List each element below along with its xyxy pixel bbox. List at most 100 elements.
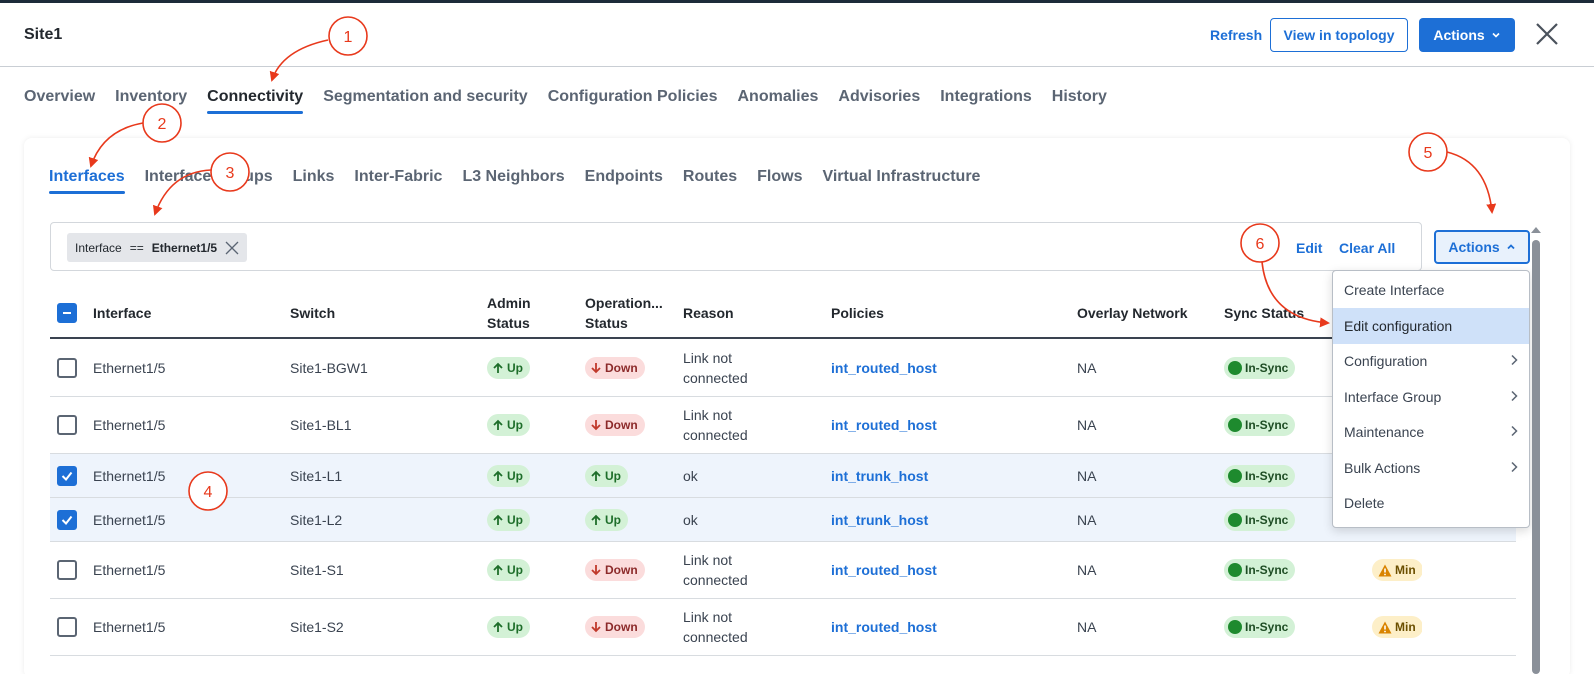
tab-overview[interactable]: Overview <box>24 88 95 114</box>
row-checkbox[interactable] <box>57 465 77 486</box>
row-checkbox[interactable] <box>57 358 77 378</box>
cell-policy-link[interactable]: int_routed_host <box>831 340 937 396</box>
refresh-button[interactable]: Refresh <box>1210 27 1262 43</box>
oper-status-text: Up <box>605 512 621 527</box>
menu-item-label: Interface Group <box>1344 388 1442 405</box>
reason-line1: Link not <box>683 552 733 568</box>
view-in-topology-button[interactable]: View in topology <box>1270 18 1408 52</box>
menu-item-configuration[interactable]: Configuration <box>1333 343 1529 379</box>
header-actions-button[interactable]: Actions <box>1419 18 1515 52</box>
filter-edit-link[interactable]: Edit <box>1296 240 1322 256</box>
filter-chip-value: Ethernet1/5 <box>151 240 218 255</box>
checkmark-icon <box>61 471 73 481</box>
col-reason[interactable]: Reason <box>683 287 734 339</box>
table-actions-button[interactable]: Actions <box>1434 230 1530 264</box>
sync-status-text: In-Sync <box>1245 620 1289 634</box>
table-header-row: Interface Switch Admin Status Operation.… <box>50 287 1516 339</box>
subtab-flows[interactable]: Flows <box>757 168 802 194</box>
admin-status-text: Up <box>507 563 523 577</box>
select-all-checkbox[interactable] <box>57 303 77 323</box>
sync-status-badge: In-Sync <box>1224 464 1296 487</box>
tab-advisories[interactable]: Advisories <box>838 88 920 114</box>
close-icon[interactable] <box>1532 19 1562 49</box>
tab-connectivity[interactable]: Connectivity <box>207 88 304 114</box>
arrow-up-icon <box>493 470 503 481</box>
scroll-up-arrow[interactable] <box>1531 227 1541 233</box>
filter-clear-all-link[interactable]: Clear All <box>1339 240 1395 256</box>
chevron-right-icon <box>1511 390 1518 401</box>
menu-item-edit-configuration[interactable]: Edit configuration <box>1333 307 1529 344</box>
table-row[interactable]: Ethernet1/5 Site1-L2 Up Up ok int_trunk_host N… <box>50 498 1516 542</box>
filter-chip[interactable]: Interface == Ethernet1/5 <box>67 233 248 262</box>
arrow-up-icon <box>591 514 601 525</box>
cell-sync-status: In-Sync <box>1224 454 1296 497</box>
subtab-virtual-infrastructure[interactable]: Virtual Infrastructure <box>822 168 980 194</box>
cell-policy-link[interactable]: int_routed_host <box>831 397 937 453</box>
tab-integrations[interactable]: Integrations <box>940 88 1032 114</box>
table-row[interactable]: Ethernet1/5 Site1-BGW1 Up Down Link not conne… <box>50 340 1516 397</box>
table-row[interactable]: Ethernet1/5 Site1-L1 Up Up ok int_trunk_host N… <box>50 454 1516 498</box>
col-overlay-network[interactable]: Overlay Network <box>1077 287 1188 339</box>
menu-item-interface-group[interactable]: Interface Group <box>1333 379 1529 415</box>
col-admin-status[interactable]: Admin Status <box>487 287 531 339</box>
table-row[interactable]: Ethernet1/5 Site1-S1 Up Down Link not connect… <box>50 542 1516 599</box>
scrollbar-thumb[interactable] <box>1532 240 1540 674</box>
oper-status-text: Up <box>605 468 621 483</box>
cell-admin-status: Up <box>487 397 530 453</box>
row-checkbox[interactable] <box>57 617 77 637</box>
cell-policy-link[interactable]: int_trunk_host <box>831 498 928 541</box>
svg-text:2: 2 <box>158 116 167 133</box>
menu-item-label: Configuration <box>1344 353 1428 369</box>
arrow-up-icon <box>493 621 503 632</box>
tab-history[interactable]: History <box>1052 88 1107 114</box>
sub-tab-bar: Interfaces Interface Groups Links Inter-… <box>49 168 980 194</box>
tab-segmentation-and-security[interactable]: Segmentation and security <box>323 88 528 114</box>
cell-overlay-network: NA <box>1077 360 1097 376</box>
subtab-routes[interactable]: Routes <box>683 168 737 194</box>
reason-line1: Link not <box>683 609 733 625</box>
table-row[interactable]: Ethernet1/5 Site1-S2 Up Down Link not connect… <box>50 599 1516 656</box>
subtab-interface-groups[interactable]: Interface Groups <box>145 168 273 194</box>
menu-item-bulk-actions[interactable]: Bulk Actions <box>1333 450 1529 486</box>
cell-interface: Ethernet1/5 <box>93 619 166 635</box>
row-checkbox[interactable] <box>57 560 77 580</box>
menu-item-create-interface[interactable]: Create Interface <box>1333 272 1529 308</box>
table-row[interactable]: Ethernet1/5 Site1-BL1 Up Down Link not connec… <box>50 397 1516 454</box>
reason-line1: Link not <box>683 407 733 423</box>
cell-oper-status: Up <box>585 454 628 497</box>
cell-anomaly: Min <box>1372 599 1422 655</box>
cell-admin-status: Up <box>487 498 530 541</box>
status-dot-icon <box>1228 468 1242 483</box>
subtab-l3-neighbors[interactable]: L3 Neighbors <box>462 168 564 194</box>
subtab-inter-fabric[interactable]: Inter-Fabric <box>354 168 442 194</box>
menu-item-label: Delete <box>1344 495 1385 511</box>
menu-item-label: Bulk Actions <box>1344 459 1421 476</box>
subtab-interfaces[interactable]: Interfaces <box>49 168 125 194</box>
col-interface[interactable]: Interface <box>93 287 151 339</box>
row-checkbox[interactable] <box>57 509 77 530</box>
close-icon[interactable] <box>225 241 239 255</box>
cell-policy-link[interactable]: int_routed_host <box>831 599 937 655</box>
tab-anomalies[interactable]: Anomalies <box>737 88 818 114</box>
row-checkbox[interactable] <box>57 415 77 435</box>
col-operational-status[interactable]: Operation... Status <box>585 287 663 339</box>
tab-inventory[interactable]: Inventory <box>115 88 187 114</box>
col-policies[interactable]: Policies <box>831 287 884 339</box>
menu-item-maintenance[interactable]: Maintenance <box>1333 414 1529 450</box>
filter-bar[interactable]: Interface == Ethernet1/5 <box>50 222 1422 271</box>
menu-item-delete[interactable]: Delete <box>1333 485 1529 521</box>
col-oper-status-line1: Operation... <box>585 295 663 311</box>
tab-configuration-policies[interactable]: Configuration Policies <box>548 88 718 114</box>
subtab-endpoints[interactable]: Endpoints <box>585 168 663 194</box>
cell-oper-status: Down <box>585 397 645 453</box>
subtab-links[interactable]: Links <box>293 168 335 194</box>
col-sync-status[interactable]: Sync Status <box>1224 287 1304 339</box>
cell-policy-link[interactable]: int_routed_host <box>831 542 937 598</box>
col-switch[interactable]: Switch <box>290 287 335 339</box>
row-select-cell <box>57 340 77 396</box>
cell-policy-link[interactable]: int_trunk_host <box>831 454 928 497</box>
cell-overlay-network: NA <box>1077 511 1097 528</box>
arrow-up-icon <box>493 564 503 575</box>
reason-line2: connected <box>683 572 748 588</box>
row-select-cell <box>57 542 77 598</box>
